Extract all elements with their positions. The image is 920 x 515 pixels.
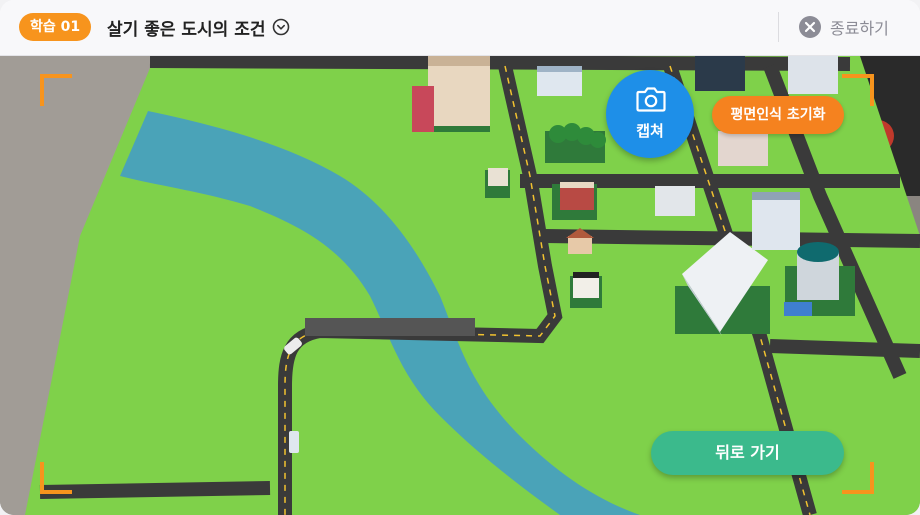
exit-label: 종료하기 (830, 19, 889, 38)
building-house-tiny (485, 168, 510, 198)
bridge (305, 318, 475, 336)
top-bar: 학습 01 살기 좋은 도시의 조건 종료하기 (0, 0, 920, 56)
building-house-red (552, 182, 597, 220)
header-divider (778, 12, 779, 42)
reset-plane-button[interactable]: 평면인식 초기화 (712, 96, 844, 134)
back-button[interactable]: 뒤로 가기 (651, 431, 844, 475)
close-circle-icon (799, 16, 821, 38)
lesson-title-toggle[interactable]: 살기 좋은 도시의 조건 (107, 12, 290, 42)
building-tower-right (752, 192, 800, 250)
capture-button[interactable]: 캡쳐 (606, 70, 694, 158)
lesson-badge: 학습 01 (19, 13, 92, 41)
exit-button[interactable]: 종료하기 (798, 12, 889, 42)
lesson-title: 살기 좋은 도시의 조건 (107, 19, 266, 40)
chevron-down-circle-icon (272, 18, 289, 36)
camera-icon (636, 87, 666, 112)
capture-label: 캡쳐 (636, 122, 664, 140)
building-shop (570, 272, 602, 308)
building-office-small (537, 66, 582, 96)
ar-learning-screen: 학습 01 살기 좋은 도시의 조건 종료하기 캡쳐 평면인식 초기화 뒤로 가… (0, 0, 920, 515)
